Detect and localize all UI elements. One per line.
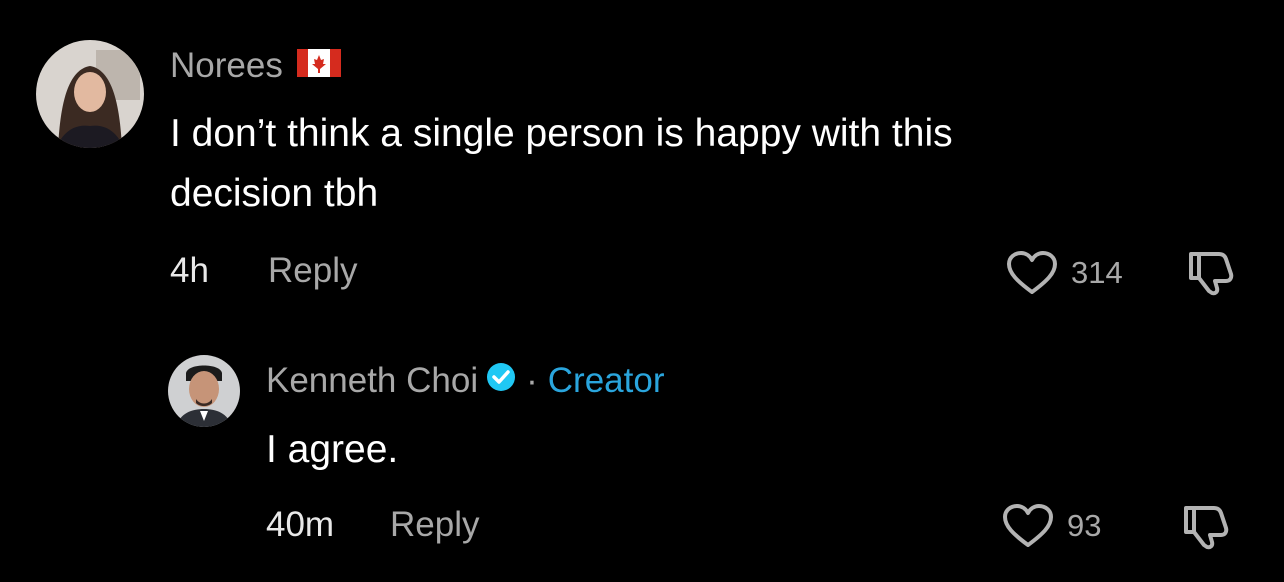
heart-icon [1007, 251, 1057, 294]
verified-badge-icon [486, 361, 516, 401]
comment-text-line: decision tbh [170, 172, 379, 215]
timestamp: 40m [266, 505, 335, 544]
avatar[interactable] [168, 355, 240, 427]
avatar-image [168, 355, 240, 427]
separator-dot: · [526, 361, 538, 400]
heart-icon [1003, 504, 1053, 547]
canada-flag-icon [296, 46, 341, 86]
thumbs-down-icon [1189, 252, 1234, 296]
timestamp: 4h [170, 251, 209, 290]
avatar-image [36, 40, 144, 148]
dislike-button[interactable] [1185, 248, 1239, 301]
author-name[interactable]: Norees [170, 46, 341, 86]
reply-button[interactable]: Reply [268, 251, 357, 291]
like-button[interactable]: 93 [1001, 503, 1101, 549]
avatar[interactable] [36, 40, 144, 148]
thumbs-down-icon [1184, 506, 1229, 550]
like-count: 93 [1067, 508, 1102, 543]
author-name[interactable]: Kenneth Choi · Creator [266, 361, 664, 401]
like-count: 314 [1071, 255, 1123, 290]
dislike-button[interactable] [1180, 502, 1234, 555]
like-button[interactable]: 314 [1005, 250, 1123, 296]
creator-label: Creator [547, 361, 665, 400]
reply-button[interactable]: Reply [390, 505, 479, 545]
comment-text: I agree. [266, 428, 399, 471]
comment-text-line: I don’t think a single person is happy w… [170, 112, 953, 155]
